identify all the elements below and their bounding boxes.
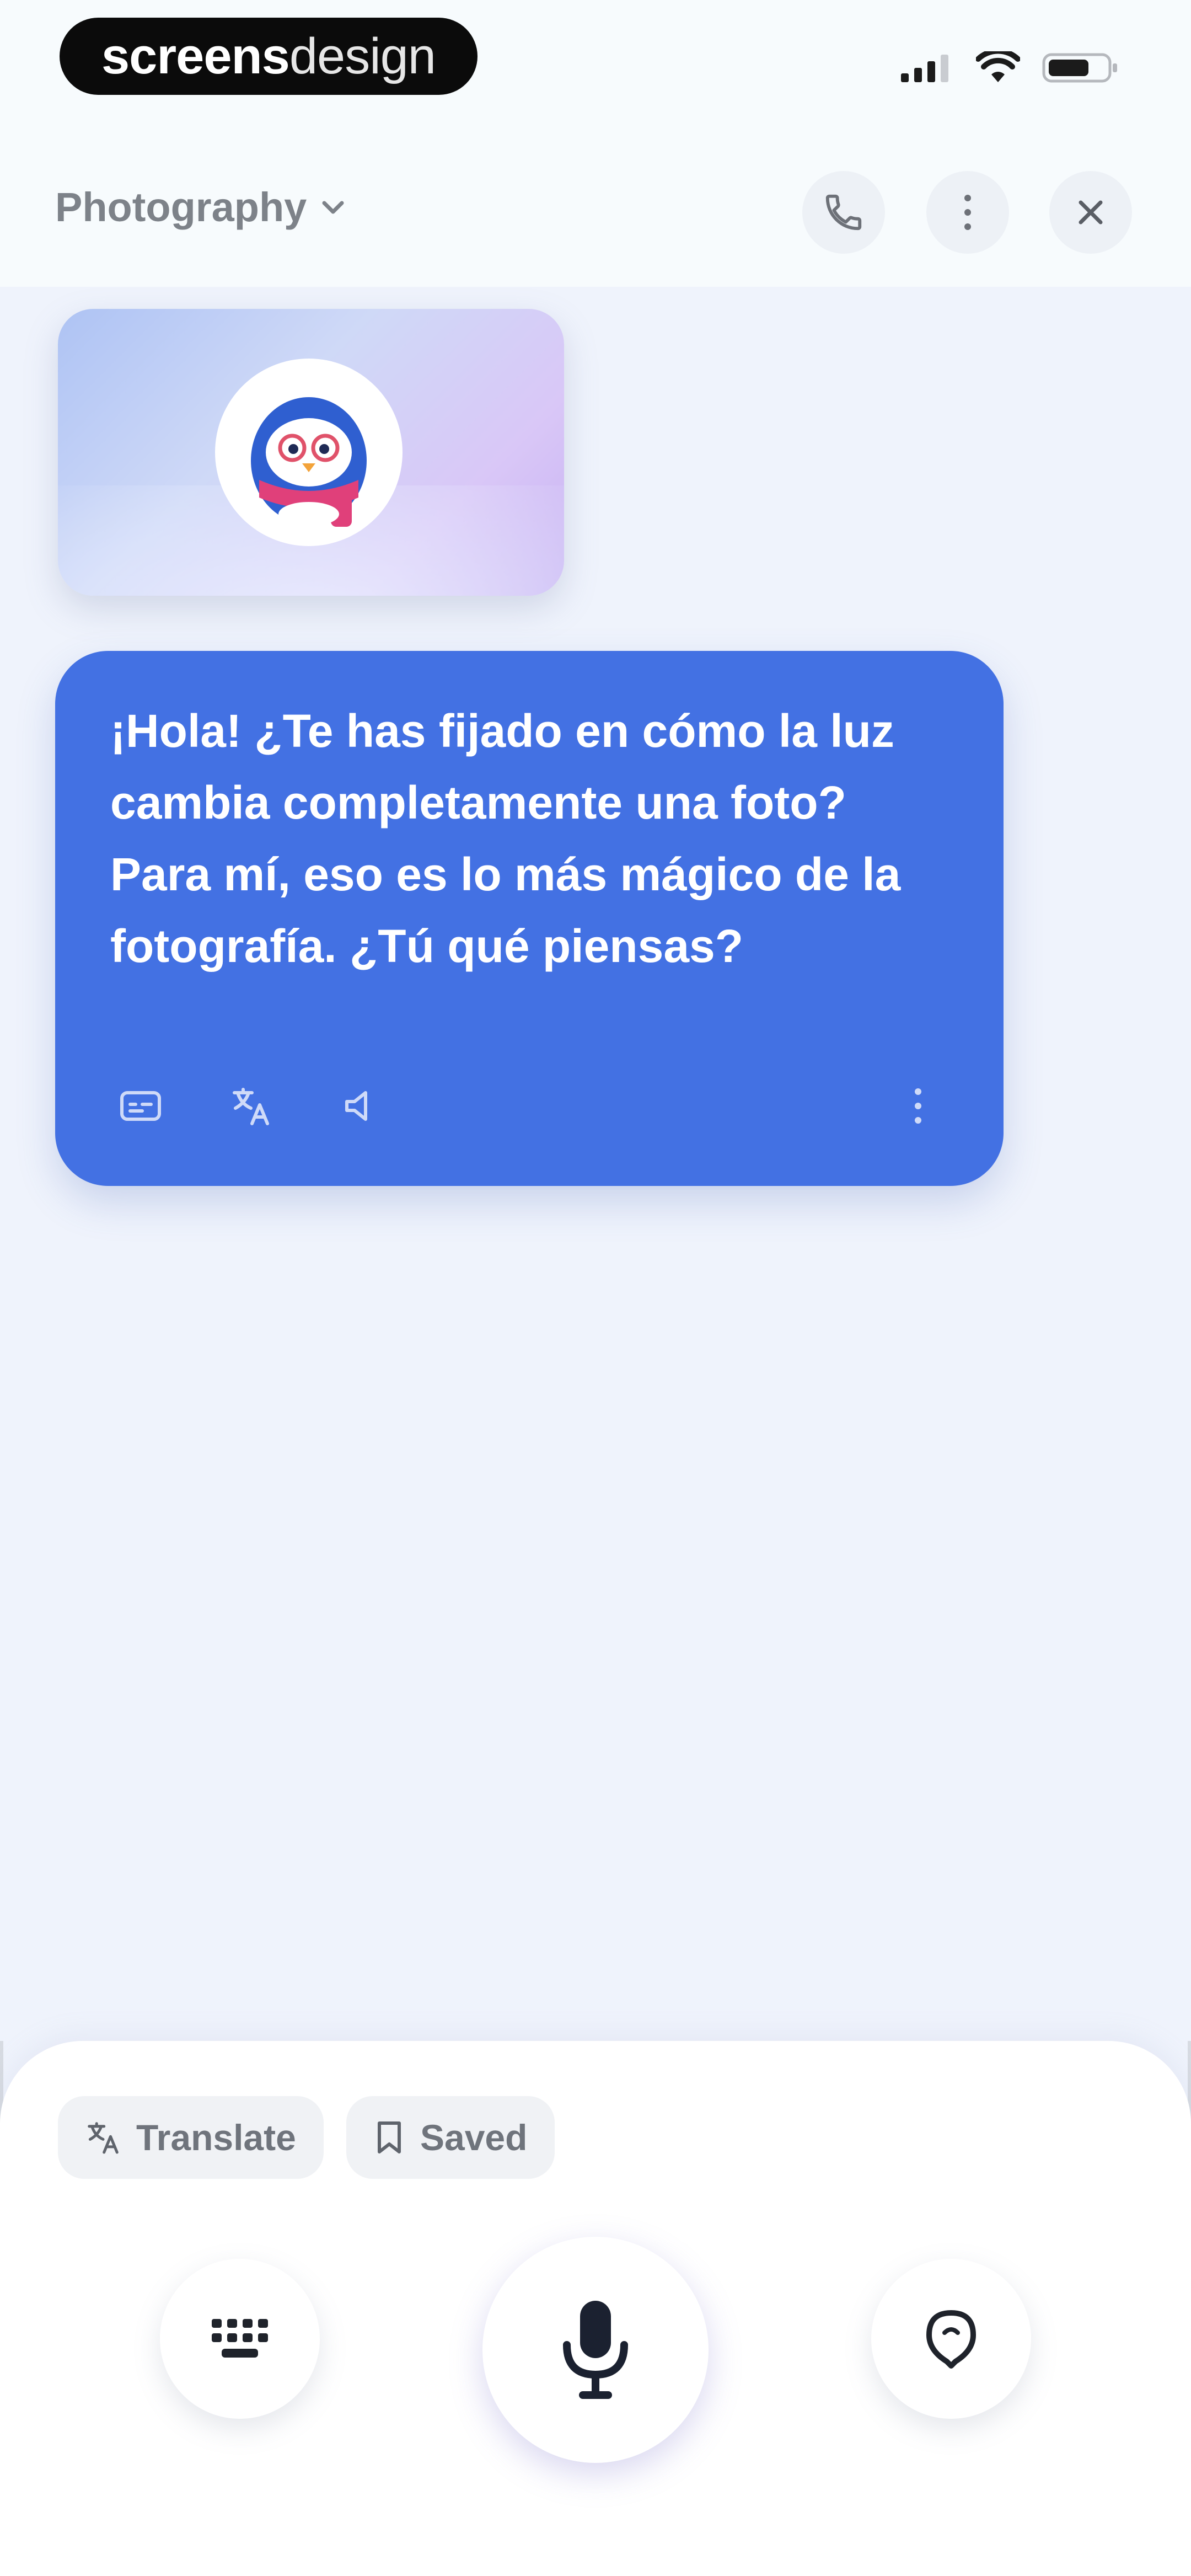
signal-icon [901, 55, 948, 82]
keyboard-button[interactable] [160, 2259, 320, 2419]
input-panel: Translate Saved [0, 2041, 1191, 2576]
saved-chip[interactable]: Saved [346, 2096, 555, 2179]
chat-header: Photography [0, 127, 1191, 287]
avatar [215, 359, 403, 546]
close-button[interactable] [1049, 171, 1132, 254]
topic-title: Photography [55, 184, 307, 230]
translate-chip[interactable]: Translate [58, 2096, 324, 2179]
status-bar: screens design [0, 0, 1191, 127]
saved-chip-label: Saved [420, 2117, 528, 2158]
translate-icon [88, 2122, 119, 2154]
brand-name-bold: screens [101, 28, 290, 84]
play-audio-button[interactable] [331, 1076, 391, 1136]
battery-icon [1042, 53, 1117, 83]
chevron-down-icon [322, 201, 344, 214]
more-vertical-icon [915, 1088, 921, 1124]
brand-name-light: design [289, 28, 436, 84]
more-vertical-icon [964, 195, 971, 230]
subtitles-button[interactable] [110, 1076, 171, 1136]
penguin-mascot-icon [251, 397, 367, 527]
translate-chip-label: Translate [136, 2117, 296, 2158]
topic-selector[interactable]: Photography [55, 179, 345, 234]
microphone-icon [563, 2301, 628, 2399]
wifi-icon [976, 51, 1020, 82]
bookmark-icon [378, 2121, 401, 2153]
brand-logo: screens design [60, 18, 478, 95]
speaker-icon [345, 1091, 367, 1121]
microphone-button[interactable] [482, 2237, 709, 2463]
phone-icon [825, 194, 862, 231]
message-more-button[interactable] [888, 1076, 948, 1136]
subtitles-icon [120, 1091, 161, 1121]
hint-icon [926, 2310, 976, 2369]
more-options-button[interactable] [926, 171, 1009, 254]
assistant-message-text: ¡Hola! ¿Te has fijado en cómo la luz cam… [110, 705, 901, 972]
chat-area[interactable]: ¡Hola! ¿Te has fijado en cómo la luz cam… [0, 287, 1191, 2041]
status-icons [899, 49, 1119, 87]
hint-button[interactable] [871, 2259, 1031, 2419]
translate-icon [233, 1088, 269, 1125]
keyboard-icon [212, 2319, 268, 2358]
translate-message-button[interactable] [221, 1076, 281, 1136]
assistant-message-bubble[interactable]: ¡Hola! ¿Te has fijado en cómo la luz cam… [55, 651, 1004, 1186]
close-icon [1079, 200, 1103, 225]
avatar-card [58, 309, 564, 596]
call-button[interactable] [802, 171, 885, 254]
message-toolbar [110, 1076, 948, 1136]
